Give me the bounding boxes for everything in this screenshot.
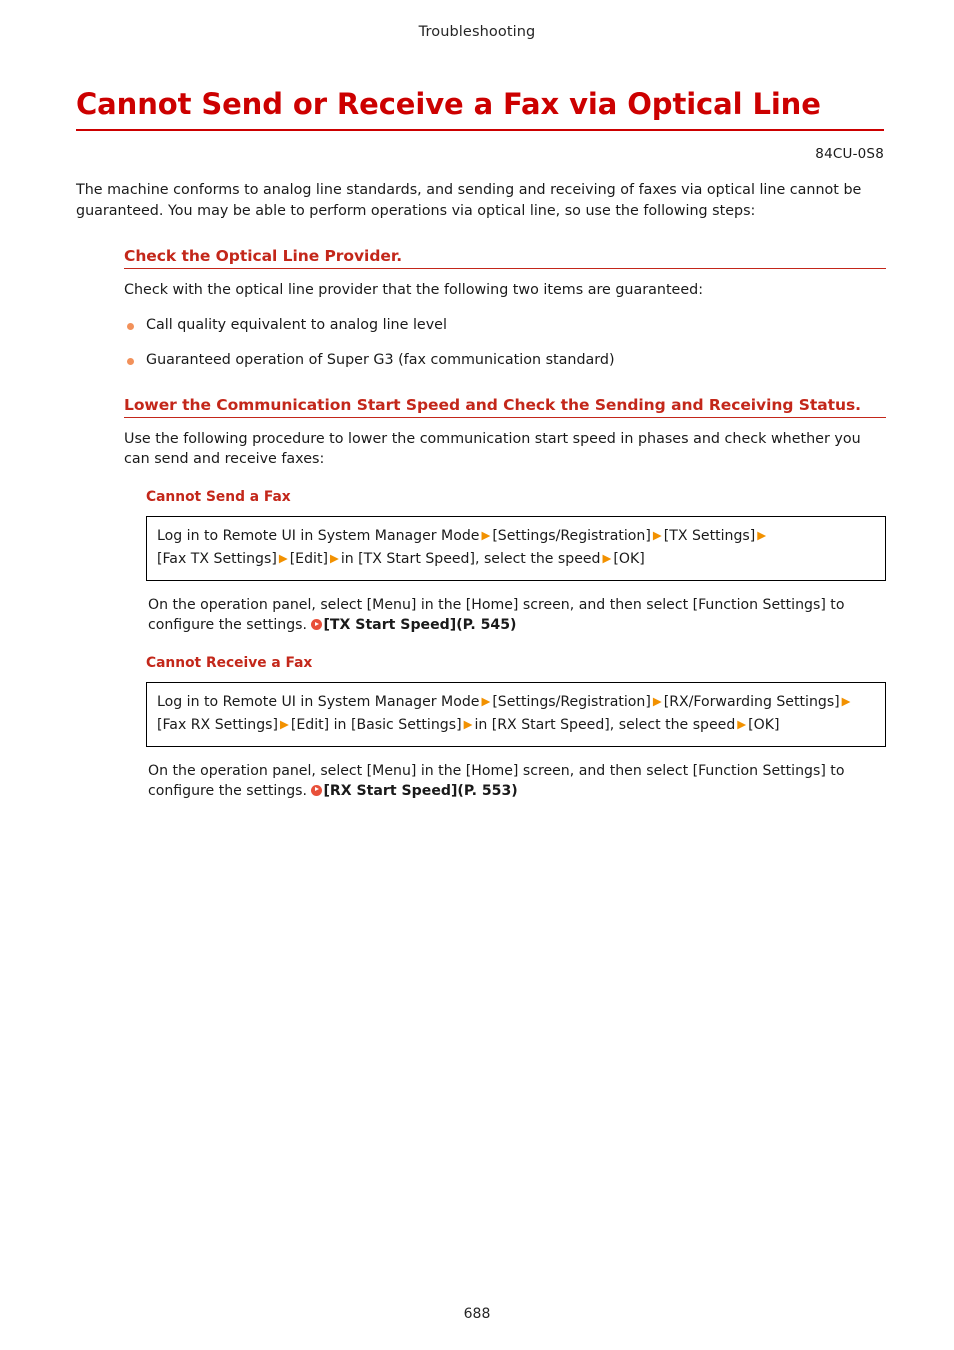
section-body: Check with the optical line provider tha… bbox=[124, 281, 704, 298]
cross-reference-link[interactable]: [RX Start Speed](P. 553) bbox=[311, 782, 518, 799]
arrow-right-icon: ▶ bbox=[463, 716, 473, 731]
arrow-right-icon: ▶ bbox=[757, 528, 767, 543]
section-body: Use the following procedure to lower the… bbox=[124, 430, 861, 468]
subsection-heading: Cannot Send a Fax bbox=[146, 489, 291, 506]
section-lower-communication-start-speed: Lower the Communication Start Speed and … bbox=[124, 396, 886, 801]
arrow-right-icon: ▶ bbox=[841, 694, 851, 709]
arrow-right-icon: ▶ bbox=[652, 528, 662, 543]
procedure-step: [Settings/Registration] bbox=[492, 528, 651, 545]
subblock-cannot-send-a-fax: Cannot Send a Fax Log in to Remote UI in… bbox=[146, 489, 886, 635]
procedure-step: [Edit] in [Basic Settings] bbox=[290, 716, 462, 733]
arrow-right-icon: ▶ bbox=[481, 694, 491, 709]
procedure-step: [RX/Forwarding Settings] bbox=[663, 694, 840, 711]
procedure-step: [OK] bbox=[748, 716, 780, 733]
procedure-step: Log in to Remote UI in System Manager Mo… bbox=[157, 528, 480, 545]
subblock-cannot-receive-a-fax: Cannot Receive a Fax Log in to Remote UI… bbox=[146, 655, 886, 801]
cross-reference-page: (P. 545) bbox=[456, 617, 517, 634]
document-content: Cannot Send or Receive a Fax via Optical… bbox=[76, 87, 886, 801]
section-heading: Lower the Communication Start Speed and … bbox=[124, 395, 861, 414]
list-item-label: Call quality equivalent to analog line l… bbox=[146, 317, 447, 334]
subsection-heading: Cannot Receive a Fax bbox=[146, 655, 313, 672]
arrow-right-icon: ▶ bbox=[481, 528, 491, 543]
arrow-right-icon: ▶ bbox=[280, 716, 289, 731]
procedure-box: Log in to Remote UI in System Manager Mo… bbox=[146, 682, 886, 747]
procedure-step: in [TX Start Speed], select the speed bbox=[340, 551, 601, 568]
link-arrow-icon bbox=[311, 619, 323, 631]
section-divider bbox=[124, 416, 886, 418]
procedure-step: [Fax RX Settings] bbox=[157, 716, 279, 733]
procedure-step: [Fax TX Settings] bbox=[157, 551, 277, 568]
page-number-text: 688 bbox=[463, 1306, 491, 1322]
list-item-label: Guaranteed operation of Super G3 (fax co… bbox=[146, 351, 615, 368]
procedure-step: in [RX Start Speed], select the speed bbox=[474, 716, 736, 733]
procedure-step: [TX Settings] bbox=[663, 528, 756, 545]
arrow-right-icon: ▶ bbox=[652, 694, 662, 709]
title-divider bbox=[76, 129, 884, 132]
page-title: Cannot Send or Receive a Fax via Optical… bbox=[76, 87, 821, 121]
section-heading: Check the Optical Line Provider. bbox=[124, 246, 403, 265]
guarantee-bullet-list: Call quality equivalent to analog line l… bbox=[124, 316, 886, 370]
cross-reference-page: (P. 553) bbox=[457, 782, 518, 799]
list-item: Call quality equivalent to analog line l… bbox=[124, 316, 886, 335]
page-number: 688 bbox=[0, 1306, 954, 1322]
intro-paragraph: The machine conforms to analog line stan… bbox=[76, 182, 862, 219]
procedure-note: On the operation panel, select [Menu] in… bbox=[148, 595, 888, 635]
arrow-right-icon: ▶ bbox=[329, 551, 339, 566]
running-header: Troubleshooting bbox=[0, 24, 954, 40]
arrow-right-icon: ▶ bbox=[737, 716, 747, 731]
procedure-step: [Edit] bbox=[289, 551, 328, 568]
procedure-box: Log in to Remote UI in System Manager Mo… bbox=[146, 516, 886, 582]
running-header-text: Troubleshooting bbox=[418, 24, 536, 40]
document-code: 84CU-0S8 bbox=[815, 146, 884, 163]
cross-reference-label: [RX Start Speed] bbox=[323, 782, 458, 799]
procedure-step: [OK] bbox=[613, 551, 645, 568]
bullet-dot-icon bbox=[127, 357, 134, 365]
cross-reference-link[interactable]: [TX Start Speed](P. 545) bbox=[311, 617, 517, 634]
arrow-right-icon: ▶ bbox=[602, 551, 612, 566]
procedure-note: On the operation panel, select [Menu] in… bbox=[148, 761, 888, 801]
section-check-optical-line-provider: Check the Optical Line Provider. Check w… bbox=[124, 247, 886, 370]
procedure-step: Log in to Remote UI in System Manager Mo… bbox=[157, 694, 480, 711]
list-item: Guaranteed operation of Super G3 (fax co… bbox=[124, 351, 886, 370]
bullet-dot-icon bbox=[127, 323, 134, 331]
section-divider bbox=[124, 267, 886, 269]
cross-reference-label: [TX Start Speed] bbox=[323, 617, 457, 634]
procedure-step: [Settings/Registration] bbox=[492, 694, 651, 711]
link-arrow-icon bbox=[311, 784, 323, 796]
arrow-right-icon: ▶ bbox=[278, 551, 288, 566]
